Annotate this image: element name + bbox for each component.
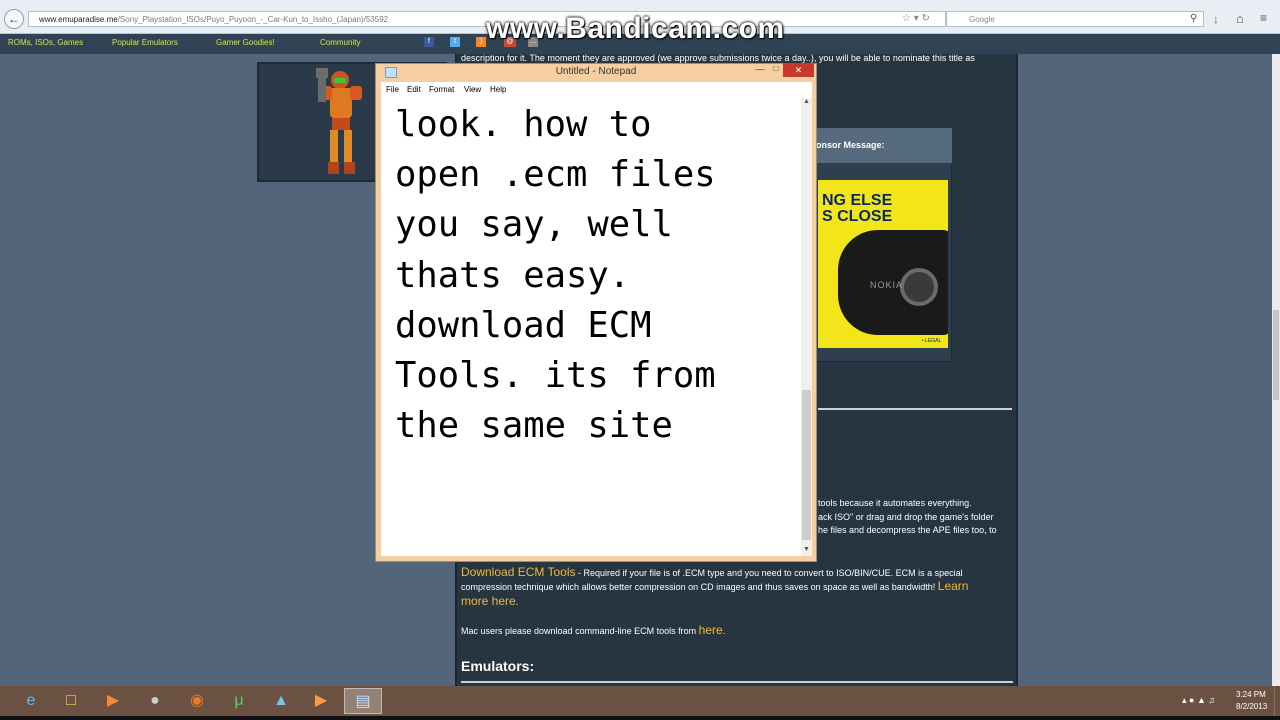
learn-more-link[interactable]: Learn — [938, 579, 969, 593]
minimize-button[interactable]: — — [752, 64, 768, 76]
samus-character-image — [316, 68, 362, 174]
notepad-title: Untitled - Notepad — [555, 66, 637, 77]
menu-help[interactable]: Help — [490, 85, 506, 94]
ecm-tools-paragraph: Download ECM Tools - Required if your fi… — [461, 566, 1013, 580]
nav-popular-emulators[interactable]: Popular Emulators — [112, 38, 178, 47]
facebook-icon[interactable]: f — [424, 37, 434, 47]
search-icon[interactable]: ⚲ — [1190, 13, 1197, 24]
instructions-fragment-1: tools because it automates everything. — [818, 498, 972, 508]
mac-here-link[interactable]: here — [699, 623, 723, 637]
clock-date[interactable]: 8/2/2013 — [1236, 702, 1267, 711]
scroll-up-icon[interactable]: ▲ — [801, 98, 812, 108]
rss-icon[interactable]: ) — [476, 37, 486, 47]
network-icon[interactable]: ▲ — [262, 688, 300, 714]
utorrent-icon[interactable]: μ — [220, 688, 258, 714]
bandicam-watermark: www.Bandicam.com — [486, 12, 785, 45]
firefox-icon[interactable]: ◉ — [178, 688, 216, 714]
media-player-icon[interactable]: ▶ — [94, 688, 132, 714]
close-button[interactable]: ✕ — [783, 63, 814, 77]
screen-edge — [0, 716, 1280, 720]
ecm-text-1: - Required if your file is of .ECM type … — [575, 568, 963, 578]
bookmark-star-icon[interactable]: ☆ ▾ ↻ — [902, 13, 930, 24]
mac-period: . — [722, 626, 726, 636]
notepad-scroll-thumb[interactable] — [802, 390, 811, 540]
ad-headline-2: S CLOSE — [822, 208, 893, 225]
download-icon[interactable]: ↓ — [1213, 12, 1219, 26]
page-scroll-thumb[interactable] — [1273, 310, 1279, 400]
instructions-fragment-3: he files and decompress the APE files to… — [818, 525, 997, 535]
instructions-fragment-2: ack ISO" or drag and drop the game's fol… — [818, 512, 994, 522]
ecm-tools-paragraph-3: more here. — [461, 595, 518, 609]
url-path: /Sony_Playstation_ISOs/Puyo_Puyoon_-_Car… — [117, 15, 389, 24]
menu-edit[interactable]: Edit — [407, 85, 421, 94]
nav-gamer-goodies[interactable]: Gamer Goodies! — [216, 38, 275, 47]
file-explorer-icon[interactable]: □ — [52, 688, 90, 714]
menu-view[interactable]: View — [464, 85, 481, 94]
learn-more-link-2[interactable]: more here — [461, 594, 516, 608]
ad-legal: • LEGAL — [922, 338, 942, 344]
game-controller-icon[interactable]: ● — [136, 688, 174, 714]
menu-format[interactable]: Format — [429, 85, 454, 94]
back-arrow-icon[interactable]: ← — [4, 9, 24, 29]
ecm-text-2: compression technique which allows bette… — [461, 582, 936, 592]
menu-file[interactable]: File — [386, 85, 399, 94]
video-icon[interactable]: ▶ — [302, 688, 340, 714]
learn-more-period: . — [515, 597, 519, 607]
twitter-icon[interactable]: t — [450, 37, 460, 47]
maximize-button[interactable]: □ — [768, 64, 784, 76]
search-input[interactable]: Google — [946, 11, 1204, 27]
show-desktop-button[interactable] — [1274, 686, 1280, 720]
scroll-down-icon[interactable]: ▼ — [801, 546, 812, 556]
divider — [818, 408, 1012, 410]
notepad-content[interactable]: look. how to open .ecm files you say, we… — [395, 100, 716, 556]
nav-community[interactable]: Community — [320, 38, 360, 47]
clock-time[interactable]: 3:24 PM — [1236, 690, 1266, 699]
nav-roms-isos-games[interactable]: ROMs, ISOs, Games — [8, 38, 83, 47]
sponsor-heading: onsor Message: — [812, 128, 952, 163]
mac-users-text: Mac users please download command-line E… — [461, 624, 725, 638]
notepad-text-area[interactable]: look. how to open .ecm files you say, we… — [381, 98, 801, 556]
camera-lens-icon — [900, 268, 938, 306]
emulators-heading: Emulators: — [461, 658, 535, 674]
divider — [461, 681, 1013, 683]
internet-explorer-icon[interactable]: e — [12, 688, 50, 714]
mac-text: Mac users please download command-line E… — [461, 626, 699, 636]
menu-icon[interactable]: ≡ — [1260, 11, 1267, 25]
ad-brand: NOKIA — [870, 280, 904, 290]
system-tray-icons[interactable]: ▴ ● ▲ ♫ — [1182, 695, 1215, 706]
nokia-ad-banner[interactable]: NG ELSE S CLOSE NOKIA • LEGAL — [818, 180, 948, 348]
home-icon[interactable]: ⌂ — [1236, 11, 1244, 26]
ecm-tools-paragraph-2: compression technique which allows bette… — [461, 580, 1013, 594]
download-ecm-tools-link[interactable]: Download ECM Tools — [461, 565, 576, 579]
notepad-icon[interactable]: ▤ — [344, 688, 382, 714]
url-host: www.emuparadise.me — [39, 15, 118, 24]
